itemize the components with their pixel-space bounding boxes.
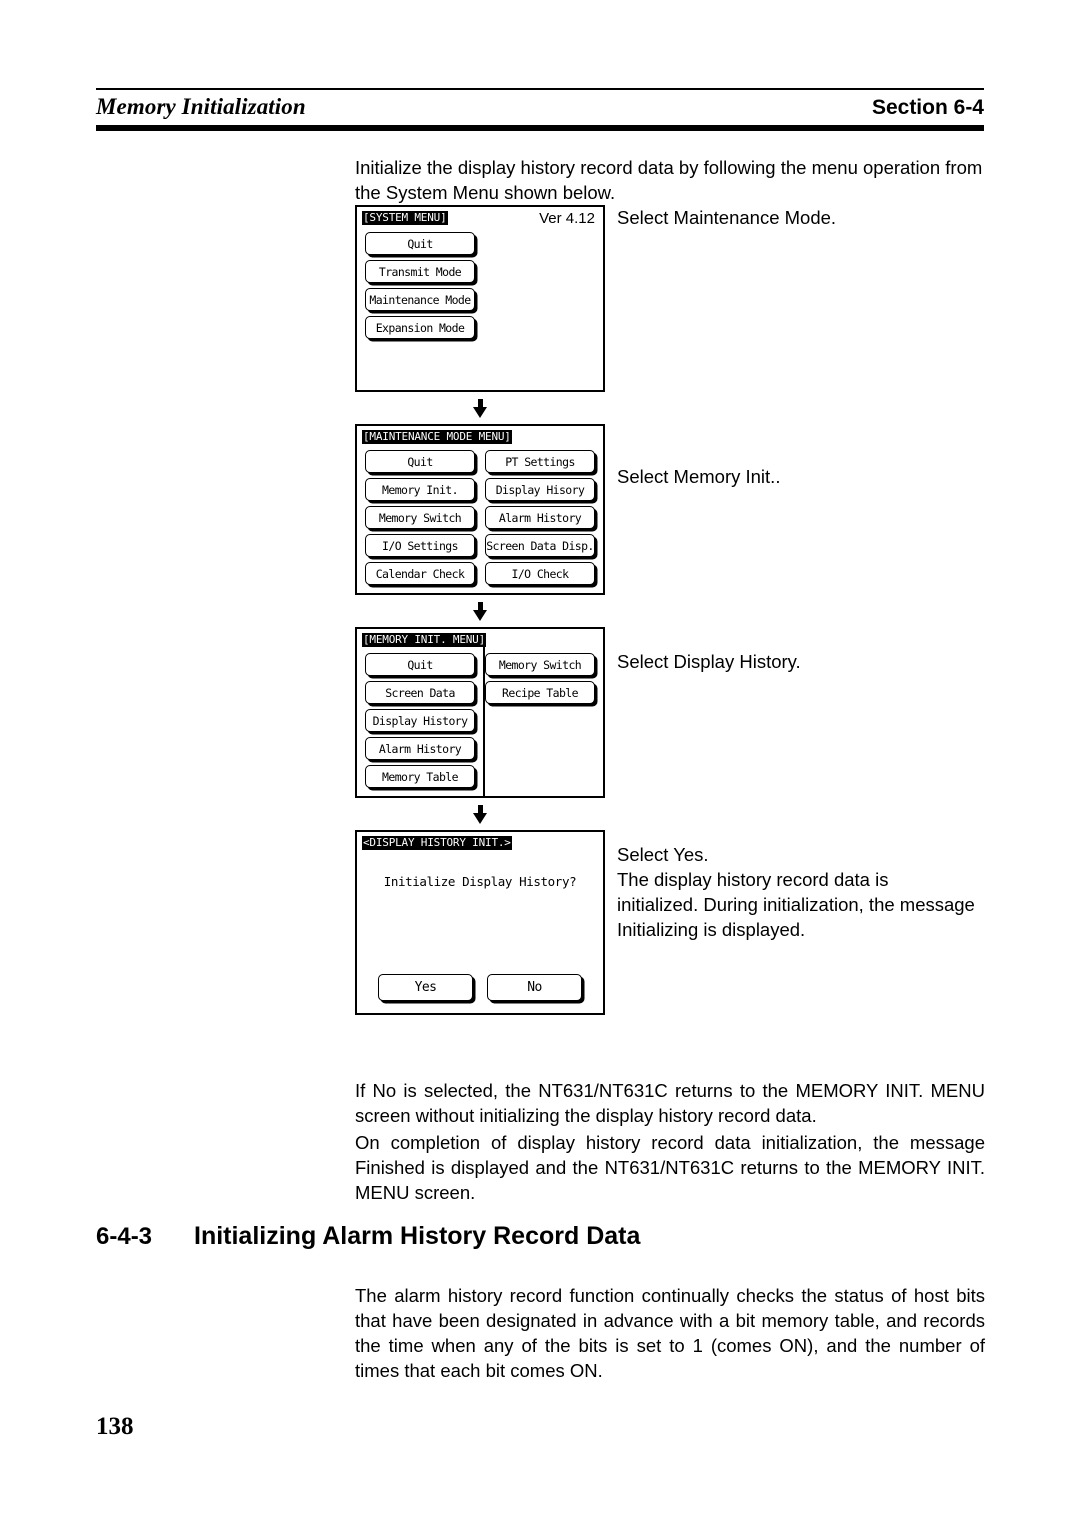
- button-calendar-check[interactable]: Calendar Check: [365, 562, 475, 585]
- annotation-select-memory-init: Select Memory Init..: [617, 466, 781, 487]
- intro-paragraph: Initialize the display history record da…: [355, 155, 985, 205]
- button-alarm-history[interactable]: Alarm History: [365, 737, 475, 760]
- button-maintenance-mode[interactable]: Maintenance Mode: [365, 288, 475, 311]
- button-quit[interactable]: Quit: [365, 653, 475, 676]
- button-yes[interactable]: Yes: [378, 974, 473, 1001]
- flow-step-display-history-init-dialog: <DISPLAY HISTORY INIT.> Initialize Displ…: [355, 830, 995, 1015]
- flow-arrow-3: [355, 798, 605, 830]
- button-memory-table[interactable]: Memory Table: [365, 765, 475, 788]
- intro-line-2: the System Menu shown below.: [355, 182, 616, 203]
- flow-step-system-menu: [SYSTEM MENU] Ver 4.12 Quit Transmit Mod…: [355, 205, 995, 392]
- flow-step-memory-init-menu: [MEMORY INIT. MENU] Quit Screen Data Dis…: [355, 627, 995, 798]
- page-title: Memory Initialization: [96, 94, 306, 119]
- flow-arrow-1: [355, 392, 605, 424]
- section-heading-6-4-3: 6-4-3 Initializing Alarm History Record …: [96, 1222, 986, 1251]
- paragraph-completion: On completion of display history record …: [355, 1132, 985, 1203]
- down-arrow-icon: [472, 805, 488, 824]
- down-arrow-icon: [472, 399, 488, 418]
- page-number: 138: [96, 1413, 134, 1440]
- button-memory-switch[interactable]: Memory Switch: [365, 506, 475, 529]
- intro-line-1: Initialize the display history record da…: [355, 157, 983, 178]
- section-reference: Section 6-4: [871, 96, 984, 119]
- lcd-title-memory-init-menu: [MEMORY INIT. MENU]: [362, 633, 487, 647]
- button-no[interactable]: No: [487, 974, 582, 1001]
- paragraph-alarm-history: The alarm history record function contin…: [355, 1285, 985, 1381]
- button-screen-data[interactable]: Screen Data: [365, 681, 475, 704]
- header-rule-bottom: [96, 125, 984, 131]
- lcd-title-system-menu: [SYSTEM MENU]: [362, 211, 448, 225]
- menu-operation-flow: [SYSTEM MENU] Ver 4.12 Quit Transmit Mod…: [355, 205, 995, 1015]
- paragraph-no-selected: If No is selected, the NT631/NT631C retu…: [355, 1080, 985, 1126]
- lcd-title-display-history-init: <DISPLAY HISTORY INIT.>: [362, 836, 512, 850]
- button-alarm-history[interactable]: Alarm History: [485, 506, 595, 529]
- lcd-panel-system-menu: [SYSTEM MENU] Ver 4.12 Quit Transmit Mod…: [355, 205, 605, 392]
- lcd-panel-display-history-init: <DISPLAY HISTORY INIT.> Initialize Displ…: [355, 830, 605, 1015]
- lcd-title-maintenance-mode-menu: [MAINTENANCE MODE MENU]: [362, 430, 512, 444]
- button-transmit-mode[interactable]: Transmit Mode: [365, 260, 475, 283]
- lcd-panel-memory-init-menu: [MEMORY INIT. MENU] Quit Screen Data Dis…: [355, 627, 605, 798]
- section-number: 6-4-3: [96, 1223, 153, 1250]
- annotation-select-yes: Select Yes. The display history record d…: [617, 844, 975, 940]
- button-screen-data-disp[interactable]: Screen Data Disp.: [485, 534, 595, 557]
- annotation-select-maintenance-mode: Select Maintenance Mode.: [617, 207, 837, 228]
- button-recipe-table[interactable]: Recipe Table: [485, 681, 595, 704]
- button-io-check[interactable]: I/O Check: [485, 562, 595, 585]
- page-header: Memory Initialization Section 6-4: [96, 88, 984, 131]
- down-arrow-icon: [472, 602, 488, 621]
- button-pt-settings[interactable]: PT Settings: [485, 450, 595, 473]
- annotation-select-display-history: Select Display History.: [617, 651, 801, 672]
- button-display-history[interactable]: Display Hisory: [485, 478, 595, 501]
- flow-step-maintenance-mode-menu: [MAINTENANCE MODE MENU] Quit Memory Init…: [355, 424, 995, 595]
- lcd-panel-maintenance-mode-menu: [MAINTENANCE MODE MENU] Quit Memory Init…: [355, 424, 605, 595]
- section-title: Initializing Alarm History Record Data: [194, 1222, 641, 1250]
- flow-arrow-2: [355, 595, 605, 627]
- button-quit[interactable]: Quit: [365, 450, 475, 473]
- button-memory-switch[interactable]: Memory Switch: [485, 653, 595, 676]
- button-quit[interactable]: Quit: [365, 232, 475, 255]
- button-memory-init[interactable]: Memory Init.: [365, 478, 475, 501]
- button-display-history[interactable]: Display History: [365, 709, 475, 732]
- button-io-settings[interactable]: I/O Settings: [365, 534, 475, 557]
- version-label: Ver 4.12: [539, 210, 595, 227]
- dialog-prompt-text: Initialize Display History?: [383, 874, 577, 889]
- button-expansion-mode[interactable]: Expansion Mode: [365, 316, 475, 339]
